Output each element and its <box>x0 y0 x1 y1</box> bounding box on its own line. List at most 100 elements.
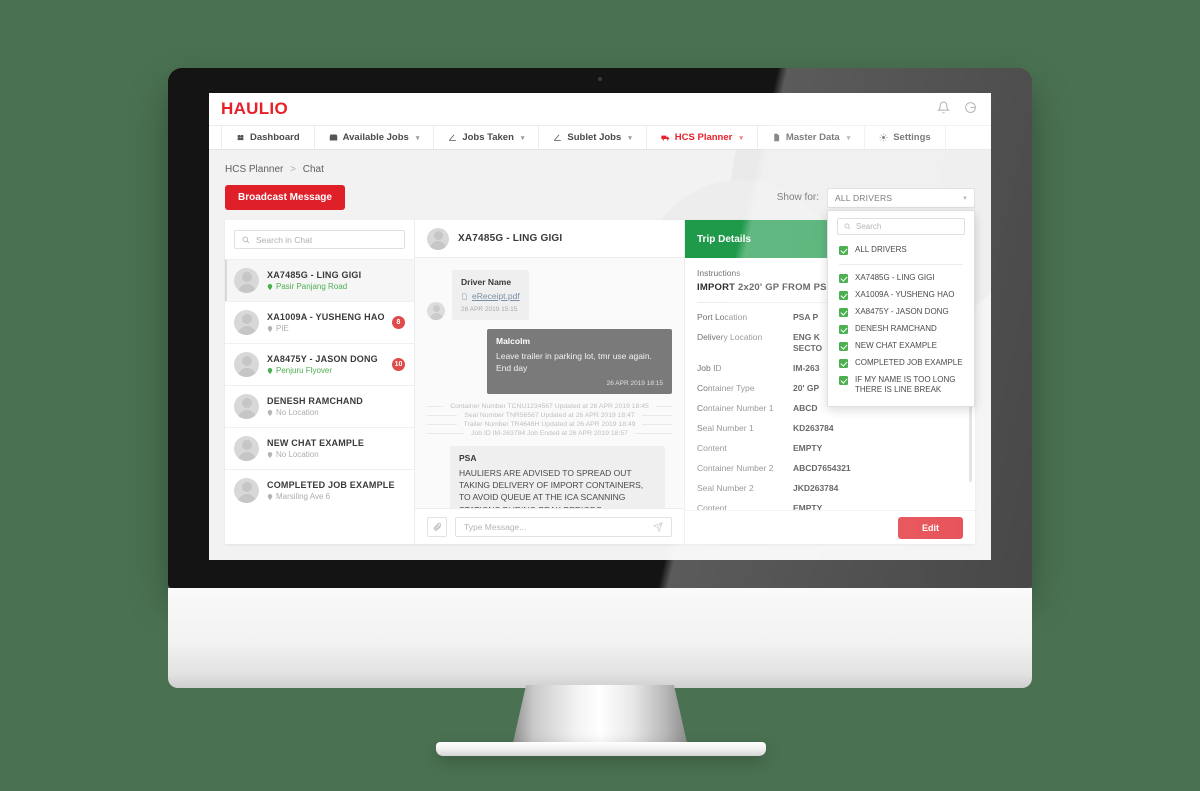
broadcast-message-button[interactable]: Broadcast Message <box>225 185 345 210</box>
document-icon <box>462 292 467 300</box>
monitor-chin <box>168 588 1032 688</box>
chat-list-item[interactable]: XA7485G - LING GIGI Pasir Panjang Road <box>225 259 414 301</box>
chat-item-location: No Location <box>267 450 405 459</box>
trip-detail-value: EMPTY <box>793 443 823 454</box>
avatar <box>427 302 445 320</box>
chat-item-location-label: Penjuru Flyover <box>276 366 333 375</box>
chat-list-item[interactable]: XA8475Y - JASON DONG Penjuru Flyover 10 <box>225 343 414 385</box>
divider <box>642 423 673 425</box>
breadcrumb-separator: > <box>290 164 296 175</box>
divider <box>427 423 457 425</box>
chat-item-location-label: No Location <box>276 408 319 417</box>
haulio-app: HAULIO Dashboard Available Jobs ▾ Jobs T… <box>209 93 991 560</box>
dropdown-option-all-drivers[interactable]: ALL DRIVERS <box>828 242 974 259</box>
divider <box>641 414 673 416</box>
system-event-line: Seal Number TNR56567 Updated at 26 APR 2… <box>427 411 673 419</box>
attach-file-button[interactable] <box>427 516 447 537</box>
monitor-frame: HAULIO Dashboard Available Jobs ▾ Jobs T… <box>168 68 1032 588</box>
checkbox-checked-icon[interactable] <box>839 342 848 351</box>
nav-item-jobs-taken[interactable]: Jobs Taken ▾ <box>434 126 540 149</box>
checkbox-checked-icon[interactable] <box>839 291 848 300</box>
dropdown-option[interactable]: DENESH RAMCHAND <box>828 321 974 338</box>
checkbox-checked-icon[interactable] <box>839 246 848 255</box>
nav-item-dashboard[interactable]: Dashboard <box>221 126 315 149</box>
message-bubble: Driver Name eReceipt.pdf 26 APR 2019 15:… <box>452 270 529 320</box>
chat-list-item[interactable]: DENESH RAMCHAND No Location <box>225 385 414 427</box>
checkbox-checked-icon[interactable] <box>839 359 848 368</box>
message-input[interactable]: Type Message... <box>455 516 672 537</box>
avatar <box>234 436 259 461</box>
driver-search-placeholder: Search <box>856 221 882 231</box>
location-pin-icon <box>267 367 273 374</box>
trip-detail-value: ENG K SECTO <box>793 331 823 354</box>
message-bubble: PSA HAULIERS ARE ADVISED TO SPREAD OUT T… <box>450 445 665 508</box>
message-list: Driver Name eReceipt.pdf 26 APR 2019 15:… <box>415 258 684 508</box>
divider <box>655 405 672 407</box>
chat-item-location-label: PIE <box>276 324 289 333</box>
divider <box>427 414 458 416</box>
breadcrumb-root[interactable]: HCS Planner <box>225 164 283 175</box>
nav-item-hcs-planner[interactable]: HCS Planner ▾ <box>647 126 758 149</box>
chevron-down-icon: ▾ <box>520 134 525 142</box>
message-text: HAULIERS ARE ADVISED TO SPREAD OUT TAKIN… <box>459 467 644 508</box>
trip-detail-value: IM-263 <box>793 363 820 374</box>
dropdown-option-label: IF MY NAME IS TOO LONG THERE IS LINE BRE… <box>855 375 956 394</box>
trip-detail-key: Container Type <box>697 383 755 394</box>
chat-list-item[interactable]: XA1009A - YUSHENG HAO PIE 8 <box>225 301 414 343</box>
nav-item-master-data[interactable]: Master Data ▾ <box>758 126 866 149</box>
unread-badge: 8 <box>392 316 405 329</box>
system-event-line: Container Number TCNU1234567 Updated at … <box>427 403 672 410</box>
avatar <box>234 310 259 335</box>
system-event-text: Seal Number TNR56567 Updated at 26 APR 2… <box>464 411 635 419</box>
message-attachment-name: eReceipt.pdf <box>472 291 520 301</box>
chat-list-item[interactable]: COMPLETED JOB EXAMPLE Marsiling Ave 6 <box>225 469 414 511</box>
chat-list-item[interactable]: NEW CHAT EXAMPLE No Location <box>225 427 414 469</box>
monitor-screen: HAULIO Dashboard Available Jobs ▾ Jobs T… <box>209 93 991 560</box>
chat-item-location-label: Marsiling Ave 6 <box>276 492 331 501</box>
dropdown-option[interactable]: XA8475Y - JASON DONG <box>828 304 974 321</box>
haulio-logo: HAULIO <box>221 99 288 118</box>
checkbox-checked-icon[interactable] <box>839 376 848 385</box>
checkbox-checked-icon[interactable] <box>839 325 848 334</box>
driver-search-input[interactable]: Search <box>837 217 965 235</box>
trip-detail-row: Content EMPTY <box>697 503 963 510</box>
nav-label: Available Jobs <box>342 132 409 143</box>
message-attachment-link[interactable]: eReceipt.pdf <box>461 291 520 301</box>
checkbox-checked-icon[interactable] <box>839 274 848 283</box>
trip-detail-row: Seal Number 2 JKD263784 <box>697 483 963 494</box>
system-event-line: Trailer Number TR4646H Updated at 26 APR… <box>427 421 673 428</box>
message-time: 26 APR 2019 15:15 <box>461 306 518 313</box>
chevron-down-icon: ▾ <box>963 194 967 202</box>
dropdown-option[interactable]: NEW CHAT EXAMPLE <box>828 338 974 355</box>
trip-detail-row: Container Number 2 ABCD7654321 <box>697 463 963 474</box>
dropdown-option-label: XA7485G - LING GIGI <box>855 273 935 282</box>
edit-button[interactable]: Edit <box>898 516 963 539</box>
driver-filter-select[interactable]: ALL DRIVERS ▾ <box>827 187 975 208</box>
monitor-stand <box>512 685 688 747</box>
conversation-title: XA7485G - LING GIGI <box>458 233 563 244</box>
trip-detail-value: ABCD <box>793 403 818 414</box>
dropdown-option[interactable]: XA7485G - LING GIGI <box>828 270 974 287</box>
dropdown-option[interactable]: COMPLETED JOB EXAMPLE <box>828 355 974 372</box>
dropdown-option[interactable]: IF MY NAME IS TOO LONG THERE IS LINE BRE… <box>828 372 974 399</box>
dropdown-option-label: ALL DRIVERS <box>855 245 907 254</box>
bell-icon[interactable] <box>936 101 951 117</box>
search-in-chat-input[interactable]: Search in Chat <box>234 230 405 249</box>
chat-list-panel: Search in Chat XA7485G - LING GIGI Pasir… <box>225 220 415 544</box>
chat-item-name: XA8475Y - JASON DONG <box>267 354 378 364</box>
chat-item-location: Penjuru Flyover <box>267 366 384 375</box>
divider <box>634 432 673 434</box>
dropdown-option-label: DENESH RAMCHAND <box>855 324 937 333</box>
location-pin-icon <box>267 409 273 416</box>
checkbox-checked-icon[interactable] <box>839 308 848 317</box>
nav-item-settings[interactable]: Settings <box>865 126 946 149</box>
topbar-icons <box>936 101 977 117</box>
nav-item-available-jobs[interactable]: Available Jobs ▾ <box>315 126 435 149</box>
message-time: 26 APR 2019 18:15 <box>606 379 663 387</box>
avatar <box>427 227 449 250</box>
nav-item-sublet-jobs[interactable]: Sublet Jobs ▾ <box>539 126 647 149</box>
logout-icon[interactable] <box>964 101 977 117</box>
location-pin-icon <box>267 493 273 500</box>
dropdown-option[interactable]: XA1009A - YUSHENG HAO <box>828 287 974 304</box>
trip-detail-key: Seal Number 2 <box>697 483 754 494</box>
